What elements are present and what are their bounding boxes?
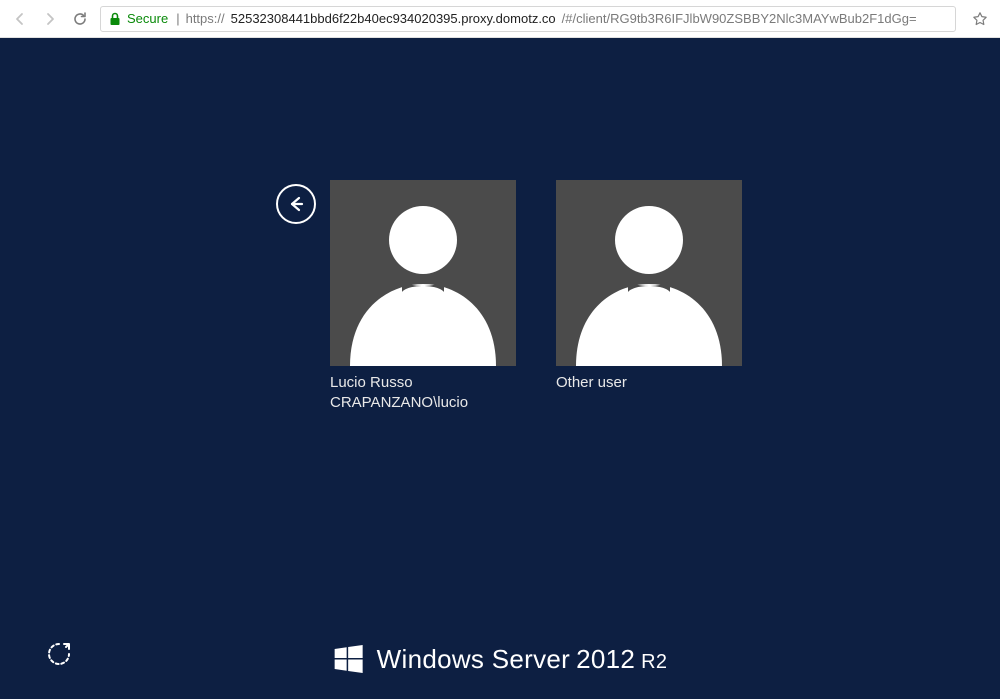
user-tile-other[interactable]: Other user xyxy=(556,180,742,411)
brand-suffix: R2 xyxy=(641,651,667,674)
secure-label: Secure xyxy=(127,11,168,26)
lock-icon xyxy=(109,12,121,26)
bookmark-star-button[interactable] xyxy=(970,9,990,29)
switch-user-back-button[interactable] xyxy=(276,184,316,224)
address-bar[interactable]: Secure | https:// 52532308441bbd6f22b40e… xyxy=(100,6,956,32)
back-button[interactable] xyxy=(10,9,30,29)
user-silhouette-icon xyxy=(330,180,516,366)
user-silhouette-icon xyxy=(556,180,742,366)
brand-year: 2012 xyxy=(576,644,635,675)
user-tiles: Lucio Russo CRAPANZANO\lucio Other user xyxy=(330,180,742,411)
ease-of-access-icon xyxy=(46,641,72,667)
url-host: 52532308441bbd6f22b40ec934020395.proxy.d… xyxy=(231,11,556,26)
os-branding: Windows Server 2012 R2 xyxy=(333,643,668,675)
url-scheme: https:// xyxy=(186,11,225,26)
forward-button[interactable] xyxy=(40,9,60,29)
windows-logo-icon xyxy=(333,643,365,675)
reload-button[interactable] xyxy=(70,9,90,29)
user-domain-login: CRAPANZANO\lucio xyxy=(330,394,516,411)
url-separator: | xyxy=(176,11,179,26)
url-path: /#/client/RG9tb3R6IFJlbW90ZSBBY2Nlc3MAYw… xyxy=(562,11,917,26)
login-screen: Lucio Russo CRAPANZANO\lucio Other user xyxy=(0,38,1000,699)
user-display-name: Lucio Russo xyxy=(330,374,516,391)
arrow-left-icon xyxy=(285,193,307,215)
avatar xyxy=(330,180,516,366)
user-display-name: Other user xyxy=(556,374,742,391)
brand-product: Windows Server xyxy=(377,644,570,675)
browser-toolbar: Secure | https:// 52532308441bbd6f22b40e… xyxy=(0,0,1000,38)
ease-of-access-button[interactable] xyxy=(44,639,74,669)
avatar xyxy=(556,180,742,366)
user-tile-lucio[interactable]: Lucio Russo CRAPANZANO\lucio xyxy=(330,180,516,411)
